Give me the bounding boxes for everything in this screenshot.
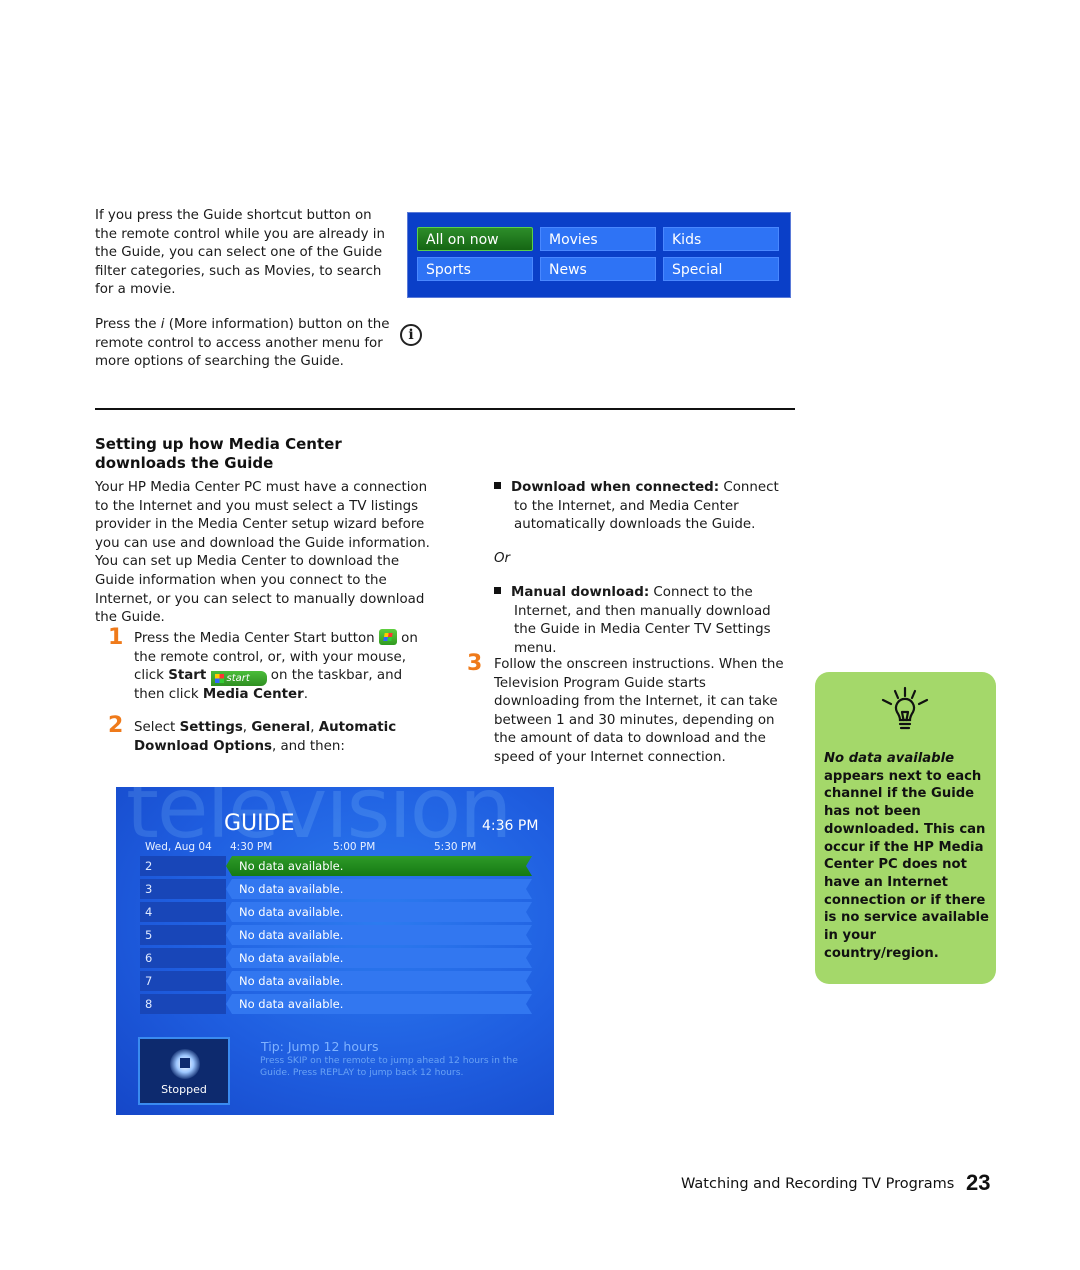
guide-time-slot: 5:30 PM — [434, 841, 477, 853]
program-cell[interactable]: No data available. — [226, 902, 532, 922]
option-manual-download: Manual download: Connect to the Internet… — [494, 584, 794, 658]
text: Media Center — [202, 687, 304, 703]
heading-line: downloads the Guide — [95, 454, 274, 472]
text: . — [303, 687, 308, 703]
text: General — [251, 720, 311, 735]
channel-number: 8 — [140, 994, 226, 1014]
stop-icon — [180, 1058, 190, 1068]
option-download-when-connected: Download when connected: Connect to the … — [494, 479, 794, 535]
section-divider — [95, 408, 795, 410]
guide-row[interactable]: 8 No data available. — [140, 994, 532, 1014]
guide-date: Wed, Aug 04 — [145, 841, 212, 853]
text: Start — [168, 668, 207, 684]
guide-time-slot: 4:30 PM — [230, 841, 273, 853]
guide-tip-title: Tip: Jump 12 hours — [261, 1039, 379, 1054]
text: Press the — [95, 317, 161, 332]
filter-movies[interactable]: Movies — [540, 227, 656, 251]
guide-title: GUIDE — [224, 811, 295, 836]
step-1-text: Press the Media Center Start button on t… — [134, 629, 434, 705]
text: appears next to each channel if the Guid… — [824, 768, 990, 961]
filter-sports[interactable]: Sports — [417, 257, 533, 281]
intro-paragraph-2: Press the i (More information) button on… — [95, 316, 390, 372]
tip-box: No data available appears next to each c… — [815, 672, 996, 984]
section-body: Your HP Media Center PC must have a conn… — [95, 480, 430, 626]
channel-number: 7 — [140, 971, 226, 991]
guide-row[interactable]: 7 No data available. — [140, 971, 532, 991]
filter-all-on-now[interactable]: All on now — [417, 227, 533, 251]
text: No data available — [824, 751, 955, 766]
channel-number: 4 — [140, 902, 226, 922]
tip-text: No data available appears next to each c… — [824, 750, 992, 962]
guide-tip-body: Press SKIP on the remote to jump ahead 1… — [260, 1055, 518, 1078]
guide-row[interactable]: 4 No data available. — [140, 902, 532, 922]
program-cell[interactable]: No data available. — [226, 971, 532, 991]
channel-number: 5 — [140, 925, 226, 945]
section-heading: Setting up how Media Center downloads th… — [95, 435, 342, 473]
program-cell[interactable]: No data available. — [226, 948, 532, 968]
media-center-start-icon — [378, 629, 397, 645]
windows-start-button-icon: start — [210, 671, 267, 687]
filter-news[interactable]: News — [540, 257, 656, 281]
channel-number: 2 — [140, 856, 226, 876]
guide-time-slot: 5:00 PM — [333, 841, 376, 853]
guide-row[interactable]: 3 No data available. — [140, 879, 532, 899]
channel-number: 3 — [140, 879, 226, 899]
text: Download when connected: — [511, 480, 720, 495]
program-cell[interactable]: No data available. — [226, 856, 532, 876]
heading-line: Setting up how Media Center — [95, 435, 342, 453]
program-cell[interactable]: No data available. — [226, 879, 532, 899]
program-cell[interactable]: No data available. — [226, 994, 532, 1014]
filter-special[interactable]: Special — [663, 257, 779, 281]
program-cell[interactable]: No data available. — [226, 925, 532, 945]
guide-filter-panel: All on now Movies Kids Sports News Speci… — [407, 212, 791, 298]
step-3-text: Follow the onscreen instructions. When t… — [494, 657, 784, 765]
text: Settings — [179, 720, 243, 735]
page-number: 23 — [966, 1170, 991, 1195]
step-number: 3 — [467, 651, 483, 676]
info-icon: i — [400, 324, 422, 346]
playback-status-window[interactable]: Stopped — [138, 1037, 230, 1105]
bullet-icon — [494, 482, 501, 489]
guide-clock: 4:36 PM — [482, 818, 539, 834]
bullet-icon — [494, 587, 501, 594]
text: , and then: — [271, 738, 345, 754]
guide-row[interactable]: 6 No data available. — [140, 948, 532, 968]
step-number: 1 — [108, 625, 124, 650]
channel-number: 6 — [140, 948, 226, 968]
playback-status: Stopped — [161, 1083, 207, 1096]
text: Select — [134, 720, 180, 735]
lightbulb-icon — [881, 686, 929, 730]
filter-kids[interactable]: Kids — [663, 227, 779, 251]
intro-paragraph-1: If you press the Guide shortcut button o… — [95, 208, 385, 298]
or-text: Or — [494, 551, 511, 566]
chapter-title: Watching and Recording TV Programs — [681, 1176, 955, 1192]
text: Manual download: — [511, 585, 650, 600]
text: , — [310, 720, 319, 735]
guide-row[interactable]: 2 No data available. — [140, 856, 532, 876]
step-2-text: Select Settings, General, Automatic Down… — [134, 719, 434, 756]
step-number: 2 — [108, 713, 124, 738]
text: Press the Media Center Start button — [134, 631, 379, 646]
guide-screenshot: television GUIDE 4:36 PM Wed, Aug 04 4:3… — [116, 787, 554, 1115]
guide-row[interactable]: 5 No data available. — [140, 925, 532, 945]
